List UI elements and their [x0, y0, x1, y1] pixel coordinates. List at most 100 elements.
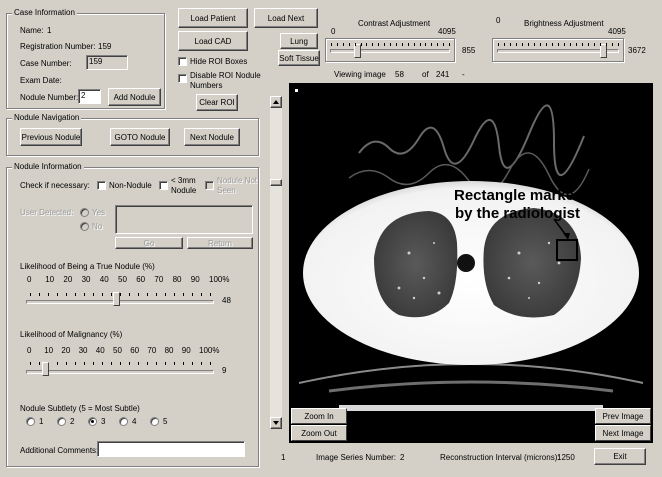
brightness-tick — [510, 43, 511, 46]
clear-roi-button[interactable]: Clear ROI — [196, 94, 238, 111]
non-nodule-checkbox[interactable] — [97, 181, 106, 190]
annotation-line-1: Rectangle marked — [454, 187, 584, 204]
likelihood-true-value: 48 — [222, 296, 231, 305]
user-detected-label: User Detected: — [20, 208, 74, 217]
brightness-tick — [588, 43, 589, 46]
likelihood-true-tick-label: 10 — [45, 275, 55, 284]
likelihood-true-tick — [129, 293, 130, 296]
contrast-max: 4095 — [438, 27, 456, 36]
reconstruction-interval-value: 1250 — [557, 453, 575, 462]
arrow-down-icon — [273, 421, 279, 425]
return-button[interactable]: Return — [187, 237, 253, 249]
subtlety-label-3: 3 — [101, 417, 106, 426]
likelihood-malignancy-tick-label: 80 — [164, 346, 174, 355]
user-detected-yes-radio[interactable] — [80, 208, 89, 217]
nodule-navigation-legend: Nodule Navigation — [12, 113, 82, 122]
load-next-button[interactable]: Load Next — [254, 8, 318, 28]
scroll-thumb[interactable] — [270, 179, 282, 186]
subtlety-radio-4[interactable] — [119, 417, 128, 426]
lung-button[interactable]: Lung — [280, 33, 318, 49]
nodule-information-legend: Nodule Information — [12, 162, 84, 171]
go-button[interactable]: Go — [115, 237, 183, 249]
likelihood-true-thumb[interactable] — [112, 292, 120, 306]
image-scrollbar[interactable] — [270, 96, 282, 429]
brightness-tick — [528, 43, 529, 46]
nodule-not-seen-label-1: Nodule Not — [217, 176, 258, 185]
brightness-slider-thumb[interactable] — [600, 44, 608, 58]
likelihood-true-tick-label: 50 — [118, 275, 127, 284]
brightness-tick — [576, 43, 577, 46]
contrast-tick — [437, 43, 439, 46]
scroll-down-button[interactable] — [270, 417, 282, 429]
subtlety-radio-5[interactable] — [150, 417, 159, 426]
subtlety-radio-3[interactable] — [88, 417, 97, 426]
brightness-tick — [600, 43, 601, 46]
likelihood-malignancy-tick-label: 40 — [95, 346, 105, 355]
contrast-tick — [354, 43, 356, 46]
likelihood-true-tick — [147, 293, 148, 296]
brightness-tick — [534, 43, 535, 46]
case-number-field[interactable]: 159 — [86, 55, 128, 70]
subtlety-radio-1[interactable] — [26, 417, 35, 426]
scroll-up-button[interactable] — [270, 96, 282, 108]
contrast-slider-track[interactable] — [330, 49, 450, 53]
user-detected-textbox[interactable] — [115, 205, 253, 234]
brightness-tick — [558, 43, 559, 46]
prev-image-button[interactable]: Prev Image — [595, 408, 651, 424]
hide-roi-checkbox[interactable] — [178, 57, 187, 66]
likelihood-true-track[interactable] — [26, 300, 214, 304]
likelihood-true-tick — [66, 293, 67, 296]
brightness-max: 4095 — [608, 27, 626, 36]
likelihood-malignancy-title: Likelihood of Malignancy (%) — [20, 330, 123, 339]
likelihood-malignancy-tick-label: 20 — [61, 346, 71, 355]
next-nodule-button[interactable]: Next Nodule — [184, 128, 240, 146]
contrast-tick — [331, 43, 332, 46]
contrast-tick — [348, 43, 350, 46]
contrast-tick — [366, 43, 368, 46]
likelihood-malignancy-tick — [75, 362, 76, 365]
next-image-button[interactable]: Next Image — [595, 425, 651, 441]
ct-image-viewer[interactable]: Rectangle marked by the radiologist Zoom… — [289, 83, 653, 443]
case-information-legend: Case Information — [12, 8, 77, 17]
lt-3mm-nodule-label-2: Nodule — [171, 186, 197, 195]
load-cad-button[interactable]: Load CAD — [178, 31, 248, 51]
likelihood-true-tick — [30, 293, 31, 296]
exit-button[interactable]: Exit — [594, 448, 646, 465]
nodule-not-seen-checkbox[interactable] — [205, 181, 214, 190]
contrast-tick — [372, 43, 374, 46]
comments-field[interactable] — [97, 441, 245, 457]
likelihood-true-tick-label: 90 — [190, 275, 200, 284]
likelihood-malignancy-thumb[interactable] — [42, 362, 50, 376]
arrow-up-icon — [273, 100, 279, 104]
zoom-out-button[interactable]: Zoom Out — [291, 425, 347, 441]
likelihood-malignancy-tick — [147, 362, 148, 365]
goto-nodule-button[interactable]: GOTO Nodule — [110, 128, 170, 146]
contrast-slider-thumb[interactable] — [353, 44, 361, 58]
likelihood-true-tick-label: 40 — [99, 275, 109, 284]
previous-nodule-button[interactable]: Previous Nodule — [20, 128, 82, 146]
contrast-tick — [419, 43, 421, 46]
disable-roi-label-1: Disable ROI Nodule — [190, 71, 261, 80]
brightness-tick — [618, 43, 619, 46]
likelihood-true-tick — [210, 293, 211, 296]
contrast-tick — [401, 43, 403, 46]
soft-tissue-button[interactable]: Soft Tissue — [278, 50, 320, 66]
brightness-min: 0 — [496, 16, 501, 25]
disable-roi-checkbox[interactable] — [178, 74, 187, 83]
load-patient-button[interactable]: Load Patient — [178, 8, 248, 28]
likelihood-malignancy-tick — [102, 362, 103, 365]
zoom-in-button[interactable]: Zoom In — [291, 408, 347, 424]
ct-slice-image — [289, 83, 653, 443]
brightness-tick — [582, 43, 583, 46]
registration-number-value: 159 — [98, 42, 112, 51]
reconstruction-interval-label: Reconstruction Interval (microns): — [440, 453, 560, 462]
likelihood-malignancy-track[interactable] — [26, 370, 214, 374]
nodule-number-field[interactable]: 2 — [78, 89, 101, 104]
user-detected-no-radio[interactable] — [80, 222, 89, 231]
contrast-tick — [449, 43, 450, 46]
subtlety-radio-2[interactable] — [57, 417, 66, 426]
likelihood-malignancy-tick-label: 0 — [27, 346, 32, 355]
lt-3mm-nodule-checkbox[interactable] — [159, 181, 168, 190]
likelihood-true-tick — [57, 293, 58, 296]
add-nodule-button[interactable]: Add Nodule — [108, 88, 161, 106]
